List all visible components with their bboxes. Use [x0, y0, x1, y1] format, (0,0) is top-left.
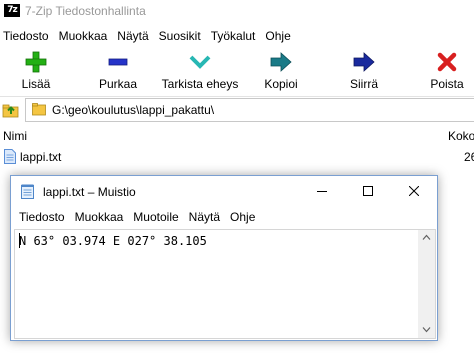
file-list-header: Nimi Koko	[0, 126, 474, 144]
zip-menu-view[interactable]: Näytä	[114, 27, 148, 45]
folder-icon	[32, 103, 46, 116]
path-text: G:\geo\koulutus\lappi_pakattu\	[52, 103, 215, 117]
zip-window-title: 7-Zip Tiedostonhallinta	[25, 4, 146, 18]
zip-toolbar: Lisää Purkaa Tarkista eheys Kopioi Siirr…	[0, 46, 474, 94]
test-button-label: Tarkista eheys	[161, 77, 239, 91]
add-button-label: Lisää	[21, 77, 51, 91]
add-button[interactable]: Lisää	[16, 46, 56, 92]
notepad-menu-file[interactable]: Tiedosto	[11, 207, 65, 227]
copy-button-label: Kopioi	[264, 77, 298, 91]
plus-icon	[25, 51, 47, 73]
text-caret	[19, 233, 20, 248]
move-arrow-icon	[353, 52, 375, 72]
notepad-menu-view[interactable]: Näytä	[181, 207, 220, 227]
7zip-app-icon: 7z	[4, 4, 20, 17]
scroll-down-icon[interactable]	[422, 326, 431, 333]
copy-button[interactable]: Kopioi	[258, 46, 304, 92]
zip-title-bar: 7z 7-Zip Tiedostonhallinta	[0, 0, 474, 22]
minimize-button[interactable]	[299, 176, 345, 207]
zip-menu-tools[interactable]: Työkalut	[208, 27, 256, 45]
address-bar: G:\geo\koulutus\lappi_pakattu\	[0, 96, 474, 123]
maximize-button[interactable]	[345, 176, 391, 207]
zip-menu-edit[interactable]: Muokkaa	[56, 27, 108, 45]
file-name: lappi.txt	[20, 150, 62, 164]
column-header-size[interactable]: Koko	[448, 129, 474, 143]
file-size: 26	[464, 150, 474, 164]
notepad-window-title: lappi.txt – Muistio	[43, 185, 136, 199]
chevron-down-icon	[189, 55, 211, 69]
scroll-up-icon[interactable]	[422, 234, 431, 241]
move-button[interactable]: Siirrä	[344, 46, 384, 92]
delete-button[interactable]: Poista	[425, 46, 469, 92]
test-button[interactable]: Tarkista eheys	[160, 46, 240, 92]
notepad-content: N 63° 03.974 E 027° 38.105	[19, 234, 207, 248]
folder-up-icon[interactable]	[2, 101, 20, 119]
extract-button-label: Purkaa	[98, 77, 138, 91]
zip-menu-favorites[interactable]: Suosikit	[156, 27, 201, 45]
close-icon	[409, 186, 419, 196]
path-field[interactable]: G:\geo\koulutus\lappi_pakattu\	[25, 98, 474, 122]
maximize-icon	[363, 186, 373, 196]
close-button[interactable]	[391, 176, 437, 207]
vertical-scrollbar[interactable]	[418, 230, 435, 338]
delete-x-icon	[437, 52, 457, 72]
notepad-menu-format[interactable]: Muotoile	[125, 207, 178, 227]
notepad-window: lappi.txt – Muistio Tiedosto Muokkaa Muo…	[10, 175, 438, 341]
minus-icon	[108, 58, 128, 66]
notepad-text-area[interactable]: N 63° 03.974 E 027° 38.105	[14, 229, 436, 339]
file-list-row[interactable]: lappi.txt 26	[0, 148, 474, 166]
zip-menu-help[interactable]: Ohje	[262, 27, 290, 45]
copy-arrow-icon	[270, 52, 292, 72]
text-file-icon	[4, 149, 16, 164]
move-button-label: Siirrä	[349, 77, 378, 91]
column-header-name[interactable]: Nimi	[3, 129, 27, 143]
notepad-menu-edit[interactable]: Muokkaa	[67, 207, 124, 227]
zip-menu-file[interactable]: Tiedosto	[0, 27, 49, 45]
notepad-title-bar[interactable]: lappi.txt – Muistio	[11, 176, 437, 207]
zip-menu-bar: Tiedosto Muokkaa Näytä Suosikit Työkalut…	[0, 27, 298, 45]
notepad-app-icon	[21, 184, 34, 199]
notepad-menu-bar: Tiedosto Muokkaa Muotoile Näytä Ohje	[11, 207, 257, 227]
notepad-menu-help[interactable]: Ohje	[222, 207, 255, 227]
minimize-icon	[317, 191, 327, 192]
extract-button[interactable]: Purkaa	[95, 46, 141, 92]
delete-button-label: Poista	[430, 77, 464, 91]
